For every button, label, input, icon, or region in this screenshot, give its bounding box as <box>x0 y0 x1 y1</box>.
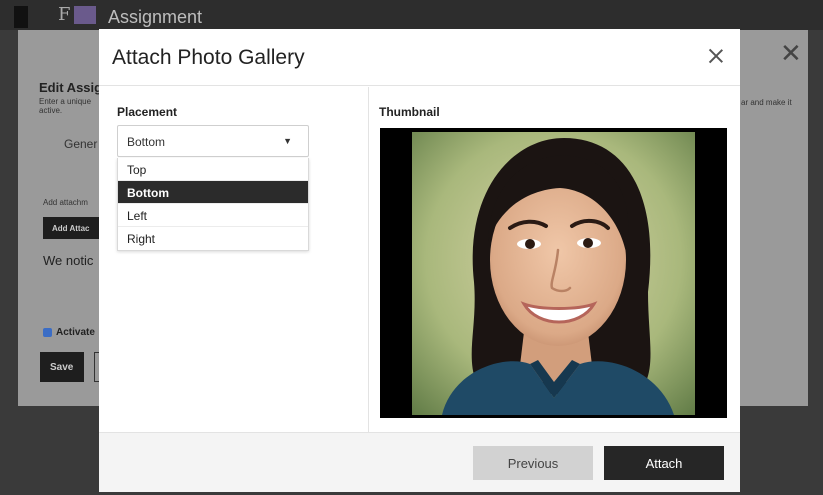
background-description: Enter a unique active. <box>39 97 92 115</box>
close-icon[interactable] <box>703 43 729 69</box>
placement-option-top[interactable]: Top <box>118 158 308 181</box>
placement-options-list: Top Bottom Left Right <box>117 158 309 251</box>
app-logo-block <box>14 6 28 28</box>
background-add-attachment-text: Add attachm <box>43 198 88 207</box>
background-notice-text: We notic <box>43 253 94 268</box>
app-mark: F <box>58 4 71 25</box>
background-description-right: ar and make it <box>741 98 792 107</box>
attach-button[interactable]: Attach <box>604 446 724 480</box>
attach-photo-gallery-dialog: Attach Photo Gallery Placement Bottom ▼ … <box>99 29 740 492</box>
placement-option-left[interactable]: Left <box>118 204 308 227</box>
checkbox-checked-icon[interactable] <box>43 328 52 337</box>
placement-selected-value: Bottom <box>127 135 166 149</box>
placement-option-right[interactable]: Right <box>118 227 308 250</box>
dialog-title: Attach Photo Gallery <box>112 46 305 69</box>
background-activate-label: Activate <box>56 327 95 338</box>
app-top-bar: F Assignment <box>0 0 823 30</box>
placement-option-bottom[interactable]: Bottom <box>118 181 308 204</box>
app-title: Assignment <box>108 7 203 27</box>
app-badge <box>74 6 96 24</box>
placement-select[interactable]: Bottom ▼ <box>117 125 309 157</box>
placement-label: Placement <box>117 105 178 119</box>
placement-pane: Placement Bottom ▼ Top Bottom Left Right <box>99 87 368 432</box>
background-heading: Edit Assig <box>39 80 103 95</box>
thumbnail-photo <box>412 132 695 415</box>
thumbnail-frame <box>380 128 727 418</box>
background-close-icon[interactable]: ✕ <box>780 40 802 66</box>
previous-button[interactable]: Previous <box>473 446 593 480</box>
thumbnail-pane: Thumbnail <box>369 87 740 432</box>
dialog-footer: Previous Attach <box>99 432 740 492</box>
thumbnail-label: Thumbnail <box>379 105 440 119</box>
background-save-button[interactable]: Save <box>40 352 84 382</box>
background-add-attachment-button[interactable]: Add Attac <box>43 217 101 239</box>
background-general-tab[interactable]: Gener <box>64 137 97 151</box>
dialog-header: Attach Photo Gallery <box>99 29 740 86</box>
chevron-down-icon: ▼ <box>283 136 292 146</box>
